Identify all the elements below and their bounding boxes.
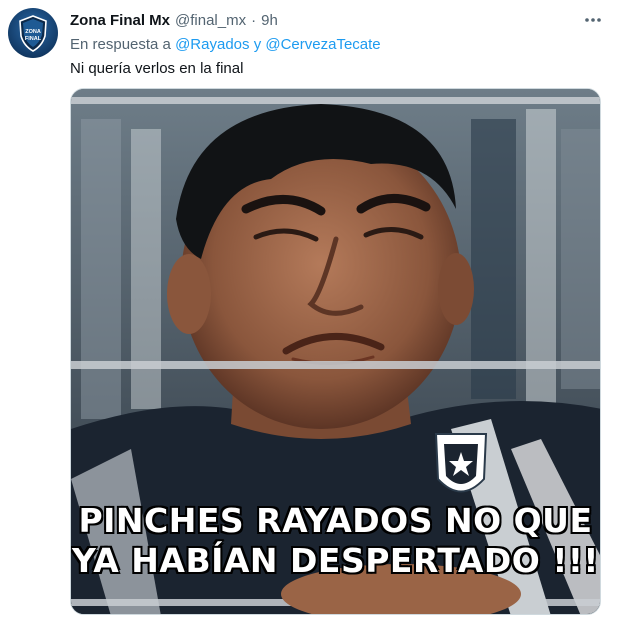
crest-icon: [434, 433, 488, 493]
more-options-icon: [585, 18, 601, 22]
svg-text:FINAL: FINAL: [25, 36, 42, 42]
shield-logo: ZONA FINAL: [19, 15, 47, 52]
tweet-header: Zona Final Mx @final_mx · 9h: [70, 10, 579, 30]
mention-link-cervezatecate[interactable]: @CervezaTecate: [265, 36, 380, 53]
tweet-text: Ni quería verlos en la final: [70, 60, 244, 77]
reply-joiner: y: [253, 36, 262, 53]
tweet[interactable]: ZONA FINAL Zona Final Mx @final_mx · 9h …: [0, 0, 619, 620]
tweet-image[interactable]: PINCHES RAYADOS NO QUE YA HABÍAN DESPERT…: [70, 88, 601, 615]
mention-link-rayados[interactable]: @Rayados: [175, 36, 249, 53]
reply-context: En respuesta a @Rayados y @CervezaTecate: [70, 36, 381, 53]
meme-caption-line-2: YA HABÍAN DESPERTADO !!!: [71, 540, 599, 581]
reply-prefix: En respuesta a: [70, 36, 171, 53]
meme-caption-line-1: PINCHES RAYADOS NO QUE: [77, 500, 593, 541]
timestamp[interactable]: 9h: [261, 12, 278, 29]
display-name[interactable]: Zona Final Mx: [70, 12, 170, 29]
svg-text:ZONA: ZONA: [25, 29, 41, 35]
avatar[interactable]: ZONA FINAL: [8, 8, 58, 58]
more-options-button[interactable]: [581, 10, 605, 30]
user-handle[interactable]: @final_mx: [175, 12, 246, 29]
separator: ·: [251, 11, 257, 29]
